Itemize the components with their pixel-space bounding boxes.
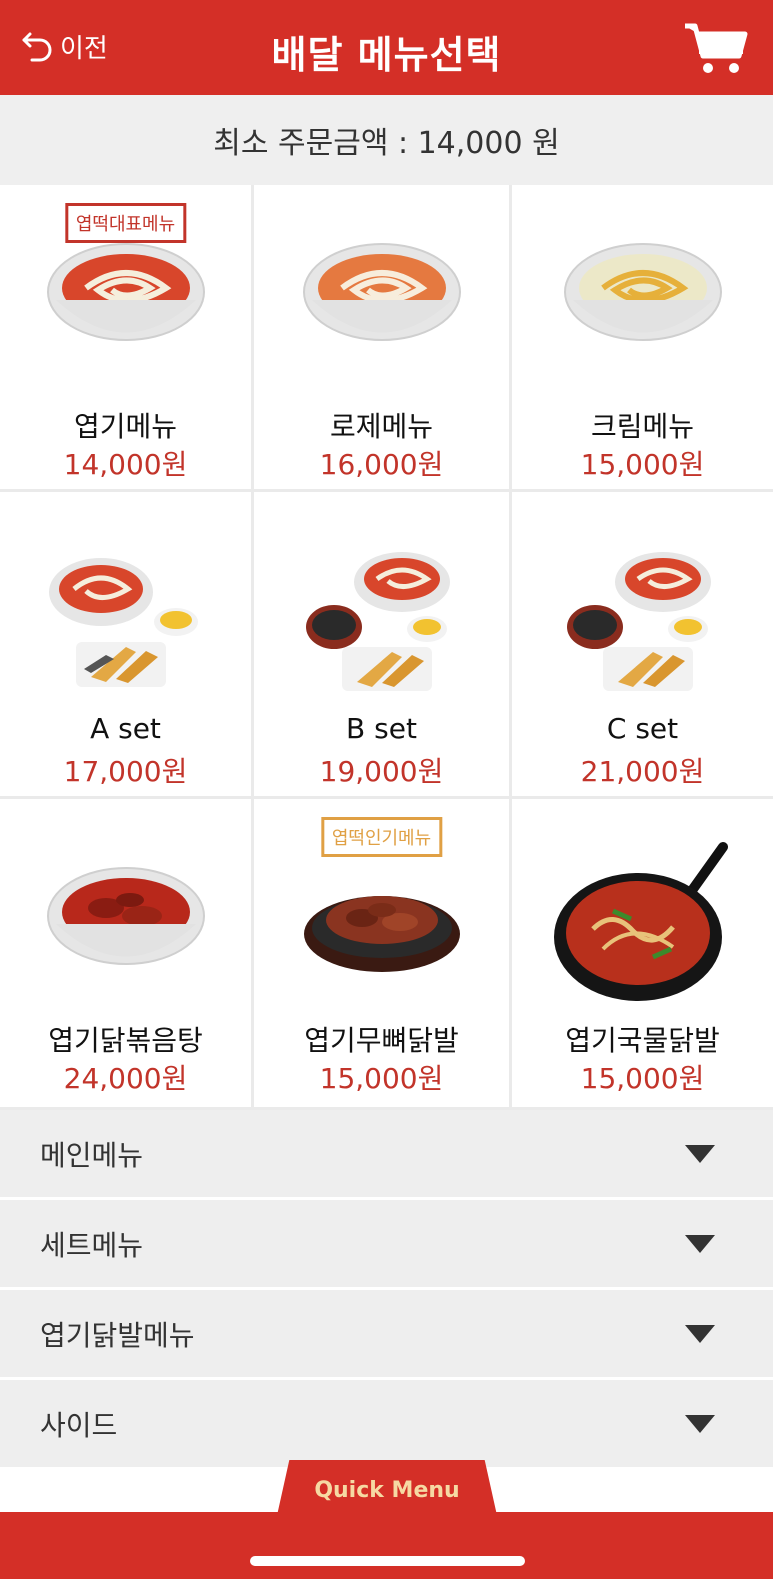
category-accordion: 메인메뉴 세트메뉴 엽기닭발메뉴 사이드 <box>0 1110 773 1470</box>
home-indicator <box>250 1556 525 1566</box>
set-meal-image <box>566 552 711 691</box>
category-side[interactable]: 사이드 <box>0 1380 773 1470</box>
menu-price: 24,000원 <box>63 1062 188 1095</box>
menu-price: 16,000원 <box>319 448 444 481</box>
menu-card[interactable]: C set 21,000원 <box>512 492 773 799</box>
menu-price: 17,000원 <box>63 755 188 788</box>
chevron-down-icon <box>685 1414 715 1433</box>
menu-name: 엽기무뼈닭발 <box>304 1024 459 1057</box>
menu-name: A set <box>90 712 161 745</box>
menu-name: 엽기국물닭발 <box>565 1024 720 1057</box>
popular-badge: 엽떡인기메뉴 <box>320 817 443 857</box>
menu-price: 15,000원 <box>580 448 705 481</box>
menu-price: 14,000원 <box>63 448 188 481</box>
menu-name: C set <box>606 712 679 745</box>
chevron-down-icon <box>685 1324 715 1343</box>
braised-chicken-bowl-image <box>46 867 205 965</box>
menu-card[interactable]: A set 17,000원 <box>0 492 254 799</box>
menu-name: 엽기닭볶음탕 <box>48 1024 203 1057</box>
minimum-order-notice: 최소 주문금액 : 14,000 원 <box>0 95 773 185</box>
app-header: 이전 배달 메뉴선택 <box>0 0 773 95</box>
category-chicken-feet-menu[interactable]: 엽기닭발메뉴 <box>0 1290 773 1380</box>
category-set-menu[interactable]: 세트메뉴 <box>0 1200 773 1290</box>
menu-name: 엽기메뉴 <box>73 410 178 443</box>
page-title: 배달 메뉴선택 <box>271 33 502 77</box>
menu-card[interactable]: 크림메뉴 15,000원 <box>512 185 773 492</box>
rose-tteokbokki-bowl-image <box>302 243 461 341</box>
menu-price: 19,000원 <box>319 755 444 788</box>
menu-card[interactable]: 엽떡대표메뉴 엽기메뉴 14,000원 <box>0 185 254 492</box>
menu-grid: 엽떡대표메뉴 엽기메뉴 14,000원 로제메뉴 16,000원 크림메뉴 15… <box>0 185 773 1110</box>
menu-card[interactable]: 엽기국물닭발 15,000원 <box>512 799 773 1110</box>
set-meal-image <box>48 558 198 687</box>
category-main-menu[interactable]: 메인메뉴 <box>0 1110 773 1200</box>
chevron-down-icon <box>685 1234 715 1253</box>
soup-chicken-feet-pan-image <box>553 842 728 1001</box>
boneless-chicken-feet-plate-image <box>303 896 460 972</box>
bottom-bar <box>0 1512 773 1579</box>
menu-card[interactable]: 로제메뉴 16,000원 <box>254 185 512 492</box>
category-label: 메인메뉴 <box>40 1138 144 1172</box>
chevron-down-icon <box>685 1144 715 1163</box>
tteokbokki-bowl-image <box>46 243 205 341</box>
set-meal-image <box>305 552 450 691</box>
menu-price: 15,000원 <box>580 1062 705 1095</box>
menu-price: 15,000원 <box>319 1062 444 1095</box>
category-label: 사이드 <box>40 1408 118 1442</box>
menu-card[interactable]: 엽떡인기메뉴 엽기무뼈닭발 15,000원 <box>254 799 512 1110</box>
category-label: 엽기닭발메뉴 <box>40 1318 195 1352</box>
category-label: 세트메뉴 <box>40 1228 144 1262</box>
cream-tteokbokki-bowl-image <box>563 243 722 341</box>
menu-price: 21,000원 <box>580 755 705 788</box>
menu-name: 로제메뉴 <box>329 410 434 443</box>
menu-card[interactable]: B set 19,000원 <box>254 492 512 799</box>
menu-name: B set <box>346 712 417 745</box>
signature-badge: 엽떡대표메뉴 <box>64 203 187 243</box>
menu-name: 크림메뉴 <box>590 410 695 443</box>
cart-icon <box>685 23 748 73</box>
quick-menu-button[interactable]: Quick Menu <box>276 1460 498 1520</box>
menu-card[interactable]: 엽기닭볶음탕 24,000원 <box>0 799 254 1110</box>
cart-button[interactable] <box>683 20 749 76</box>
